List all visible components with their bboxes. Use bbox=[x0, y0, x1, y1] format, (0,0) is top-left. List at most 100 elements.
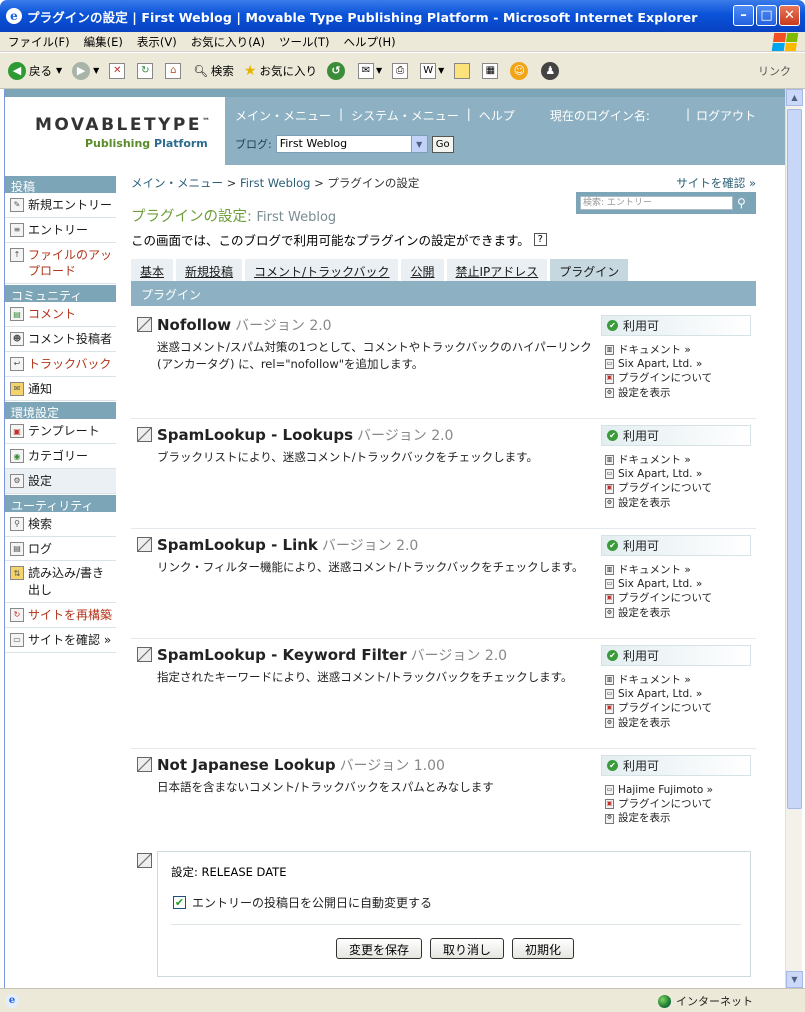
menu-edit[interactable]: 編集(E) bbox=[84, 34, 123, 50]
auto-date-checkbox-row[interactable]: ✔ エントリーの投稿日を公開日に自動変更する bbox=[173, 894, 432, 911]
sidebar-item-commenters[interactable]: ☻ コメント投稿者 bbox=[5, 326, 116, 352]
sidebar-item-new-entry[interactable]: ✎ 新規エントリー bbox=[5, 193, 116, 218]
plugin-author-link[interactable]: ▭ Six Apart, Ltd. » bbox=[605, 357, 712, 371]
info-icon: ▣ bbox=[605, 799, 614, 810]
print-button[interactable]: ⎙ bbox=[392, 62, 410, 79]
discuss-button[interactable] bbox=[454, 62, 472, 79]
scroll-thumb[interactable] bbox=[787, 109, 802, 809]
menu-file[interactable]: ファイル(F) bbox=[8, 34, 70, 50]
pencil-icon: ✎ bbox=[10, 198, 24, 212]
forward-button[interactable]: ▶ ▼ bbox=[72, 61, 99, 80]
close-button[interactable]: ✕ bbox=[779, 5, 800, 26]
plugin-icon bbox=[137, 853, 152, 868]
plugin-name: Nofollow bbox=[157, 316, 232, 334]
auto-date-checkbox[interactable]: ✔ bbox=[173, 896, 186, 909]
menu-view[interactable]: 表示(V) bbox=[137, 34, 177, 50]
back-button[interactable]: ◀ 戻る ▼ bbox=[8, 61, 62, 80]
sidebar-item-search[interactable]: ⚲ 検索 bbox=[5, 511, 116, 537]
search-icon: 🔍︎ bbox=[193, 63, 208, 78]
plugin-about-link[interactable]: ▣ プラグインについて bbox=[605, 797, 713, 811]
reset-button[interactable]: 初期化 bbox=[512, 938, 575, 959]
plugin-settings-link[interactable]: ⚙ 設定を表示 bbox=[605, 606, 712, 620]
sidebar-item-config[interactable]: ⚙ 設定 bbox=[5, 468, 116, 494]
stop-button[interactable]: ✕ bbox=[109, 62, 127, 79]
menu-help[interactable]: ヘルプ(H) bbox=[344, 34, 396, 50]
scroll-down-icon[interactable]: ▼ bbox=[786, 971, 803, 988]
sidebar-item-entries[interactable]: ≡ エントリー bbox=[5, 217, 116, 243]
plugin-author-link[interactable]: ▭ Six Apart, Ltd. » bbox=[605, 687, 712, 701]
plugin-about-link[interactable]: ▣ プラグインについて bbox=[605, 371, 712, 385]
sidebar-item-notifications[interactable]: ✉ 通知 bbox=[5, 376, 116, 402]
blog-select[interactable]: First Weblog ▼ bbox=[275, 135, 428, 153]
sidebar-head-community: コミュニティ bbox=[5, 284, 116, 303]
save-button[interactable]: 変更を保存 bbox=[336, 938, 423, 959]
plugin-author-link[interactable]: ▭ Six Apart, Ltd. » bbox=[605, 467, 712, 481]
plugin-links: ▥ ドキュメント » ▭ Six Apart, Ltd. » ▣ プラグインについて … bbox=[605, 563, 712, 620]
view-site-link[interactable]: サイトを確認 » bbox=[676, 175, 756, 191]
search-input[interactable]: 検索: エントリー bbox=[580, 196, 733, 210]
cancel-button[interactable]: 取り消し bbox=[430, 938, 505, 959]
scroll-up-icon[interactable]: ▲ bbox=[786, 89, 803, 106]
logout-link[interactable]: ログアウト bbox=[696, 107, 756, 124]
plugin-docs-link[interactable]: ▥ ドキュメント » bbox=[605, 673, 712, 687]
plugin-author-link[interactable]: ▭ Six Apart, Ltd. » bbox=[605, 577, 712, 591]
sidebar-item-log[interactable]: ▤ ログ bbox=[5, 536, 116, 562]
sidebar-item-templates[interactable]: ▣ テンプレート bbox=[5, 419, 116, 445]
favorites-button[interactable]: ★ お気に入り bbox=[244, 63, 317, 79]
plugin-about-link[interactable]: ▣ プラグインについて bbox=[605, 591, 712, 605]
tab-plugins[interactable]: プラグイン bbox=[550, 259, 629, 281]
links-label[interactable]: リンク bbox=[758, 63, 791, 79]
search-button[interactable]: 🔍︎ 検索 bbox=[193, 63, 234, 79]
sidebar-item-import-export[interactable]: ⇅ 読み込み/書き出し bbox=[5, 561, 116, 603]
go-button[interactable]: Go bbox=[431, 135, 454, 153]
nav-system-menu[interactable]: システム・メニュー bbox=[351, 107, 459, 124]
maximize-button[interactable]: □ bbox=[756, 5, 777, 26]
vertical-scrollbar[interactable]: ▲ ▼ bbox=[785, 89, 803, 988]
tab-ip-ban[interactable]: 禁止IPアドレス bbox=[446, 259, 548, 281]
tab-new-entry[interactable]: 新規投稿 bbox=[176, 259, 243, 281]
plugin-settings-link[interactable]: ⚙ 設定を表示 bbox=[605, 386, 712, 400]
history-button[interactable]: ↺ bbox=[326, 61, 348, 80]
minimize-button[interactable]: – bbox=[733, 5, 754, 26]
sidebar-item-upload[interactable]: ↑ ファイルのアップロード bbox=[5, 242, 116, 285]
sidebar-item-trackbacks[interactable]: ↩ トラックバック bbox=[5, 351, 116, 377]
sidebar-head-utilities: ユーティリティ bbox=[5, 493, 116, 513]
status-badge: ✔ 利用可 bbox=[601, 755, 751, 776]
sidebar-item-view-site[interactable]: ▭ サイトを確認 » bbox=[5, 627, 116, 653]
messenger-button[interactable]: ☺ bbox=[510, 61, 531, 80]
sidebar-item-categories[interactable]: ◉ カテゴリー bbox=[5, 444, 116, 469]
plugin-docs-link[interactable]: ▥ ドキュメント » bbox=[605, 343, 712, 357]
plugin-about-link[interactable]: ▣ プラグインについて bbox=[605, 701, 712, 715]
nav-help[interactable]: ヘルプ bbox=[479, 107, 515, 124]
status-badge: ✔ 利用可 bbox=[601, 535, 751, 556]
tab-feedback[interactable]: コメント/トラックバック bbox=[245, 259, 399, 281]
help-icon[interactable]: ? bbox=[533, 233, 547, 246]
nav-main-menu[interactable]: メイン・メニュー bbox=[235, 107, 331, 124]
plugin-docs-link[interactable]: ▥ ドキュメント » bbox=[605, 563, 712, 577]
tab-general[interactable]: 基本 bbox=[131, 259, 174, 281]
user-button[interactable]: ♟ bbox=[541, 61, 562, 80]
refresh-button[interactable]: ↻ bbox=[137, 62, 155, 79]
crumb-blog[interactable]: First Weblog bbox=[240, 176, 310, 190]
plugin-settings-link[interactable]: ⚙ 設定を表示 bbox=[605, 496, 712, 510]
menu-favorites[interactable]: お気に入り(A) bbox=[191, 34, 265, 50]
windows-logo-icon bbox=[771, 33, 799, 51]
menu-tools[interactable]: ツール(T) bbox=[279, 34, 330, 50]
plugin-docs-link[interactable]: ▥ ドキュメント » bbox=[605, 453, 712, 467]
plugin-settings-link[interactable]: ⚙ 設定を表示 bbox=[605, 811, 713, 825]
edit-button[interactable]: W ▼ bbox=[420, 62, 444, 79]
mt-logo[interactable]: MOVABLETYPE™ Publishing Platform bbox=[5, 97, 225, 165]
sidebar-item-rebuild[interactable]: ↻ サイトを再構築 bbox=[5, 602, 116, 628]
plugin-about-link[interactable]: ▣ プラグインについて bbox=[605, 481, 712, 495]
mail-button[interactable]: ✉ ▼ bbox=[357, 62, 382, 79]
settings-title: 設定: RELEASE DATE bbox=[171, 865, 287, 879]
search-icon[interactable]: ⚲ bbox=[737, 196, 751, 210]
plugin-description: 迷惑コメント/スパム対策の1つとして、コメントやトラックバックのハイパーリンク … bbox=[157, 340, 592, 371]
tab-publishing[interactable]: 公開 bbox=[401, 259, 444, 281]
crumb-main-menu[interactable]: メイン・メニュー bbox=[131, 176, 223, 190]
research-button[interactable]: ▦ bbox=[482, 62, 500, 79]
plugin-settings-link[interactable]: ⚙ 設定を表示 bbox=[605, 716, 712, 730]
plugin-author-link[interactable]: ▭ Hajime Fujimoto » bbox=[605, 783, 713, 797]
sidebar-item-comments[interactable]: ▤ コメント bbox=[5, 302, 116, 327]
home-button[interactable]: ⌂ bbox=[165, 62, 183, 79]
